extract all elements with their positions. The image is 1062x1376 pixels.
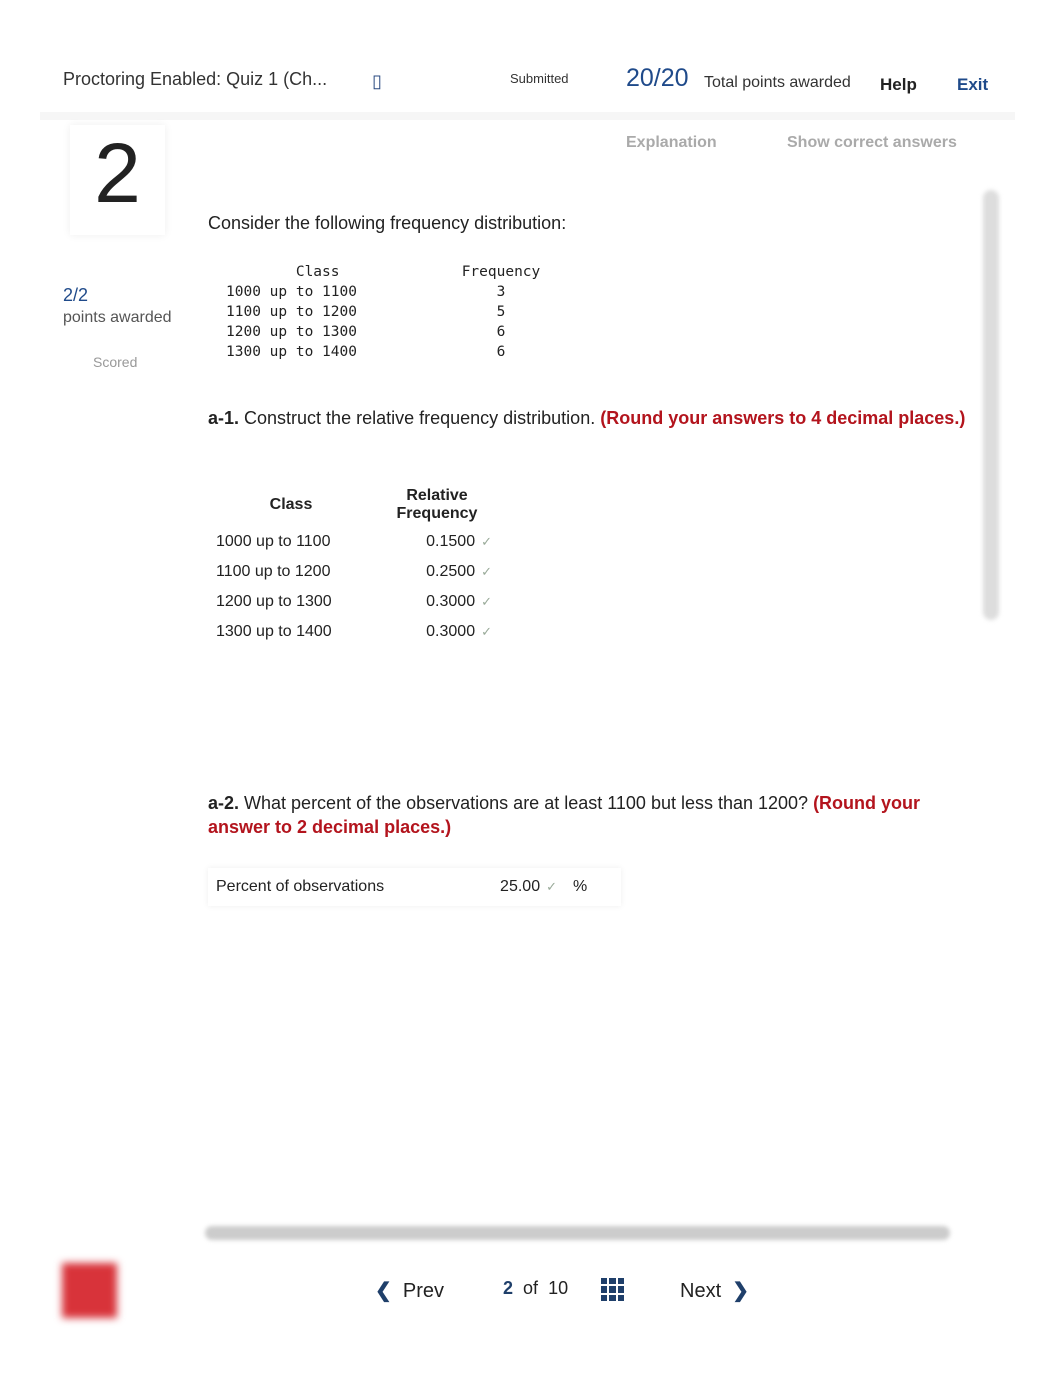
check-icon: ✓ (481, 624, 492, 639)
proctor-icon: ▯ (372, 71, 382, 91)
of-label: of (523, 1278, 539, 1298)
chevron-right-icon: ❯ (732, 1280, 750, 1302)
a2-text: What percent of the observations are at … (239, 793, 814, 813)
answer-cell: 25.00 ✓ (449, 868, 565, 906)
explanation-tab[interactable]: Explanation (626, 134, 717, 152)
percent-label: Percent of observations (216, 878, 385, 895)
table-row: 1000 up to 1100 0.1500 ✓ (208, 527, 500, 557)
answer-cell: 0.1500 ✓ (374, 527, 500, 557)
answer-value[interactable]: 0.2500 (426, 563, 475, 580)
check-icon: ✓ (481, 564, 492, 579)
total-score-label: Total points awarded (704, 74, 851, 91)
header-divider (40, 112, 1015, 120)
grid-icon[interactable] (601, 1278, 624, 1301)
quiz-title: Proctoring Enabled: Quiz 1 (Ch... (63, 69, 328, 89)
next-button[interactable]: Next ❯ (680, 1278, 749, 1303)
scored-label: Scored (93, 354, 138, 370)
answer-cell: 0.2500 ✓ (374, 557, 500, 587)
answer-value[interactable]: 0.3000 (426, 593, 475, 610)
percent-table: Percent of observations 25.00 ✓% (208, 868, 621, 906)
points-label: points awarded (63, 309, 172, 326)
check-icon: ✓ (481, 534, 492, 549)
question-a1: a-1. Construct the relative frequency di… (208, 406, 978, 430)
question-a2: a-2. What percent of the observations ar… (208, 791, 978, 839)
answer-cell: 0.3000 ✓ (374, 587, 500, 617)
current-page: 2 (503, 1278, 514, 1298)
table-row: 1300 up to 1400 0.3000 ✓ (208, 617, 500, 647)
class-cell: 1300 up to 1400 (216, 623, 332, 640)
class-cell: 1200 up to 1300 (216, 593, 332, 610)
prev-label: Prev (402, 1280, 445, 1302)
answer-value[interactable]: 0.3000 (426, 623, 475, 640)
class-cell: 1100 up to 1200 (216, 563, 331, 580)
total-score: 20/20 (626, 64, 689, 92)
table-row: 1200 up to 1300 0.3000 ✓ (208, 587, 500, 617)
table-row: 1100 up to 1200 0.2500 ✓ (208, 557, 500, 587)
header-class: Class (269, 496, 313, 513)
question-number: 2 (70, 125, 165, 235)
check-icon: ✓ (546, 879, 557, 894)
relative-frequency-table: Class Relative Frequency 1000 up to 1100 0… (208, 483, 500, 647)
a1-note: (Round your answers to 4 decimal places.… (600, 408, 966, 428)
vertical-scrollbar[interactable] (983, 190, 999, 620)
exit-button[interactable]: Exit (957, 75, 988, 95)
answer-cell: 0.3000 ✓ (374, 617, 500, 647)
a1-label: a-1. (208, 408, 240, 428)
total-pages: 10 (548, 1278, 569, 1298)
status-label: Submitted (510, 71, 569, 86)
a1-text: Construct the relative frequency distrib… (239, 408, 601, 428)
question-intro: Consider the following frequency distrib… (208, 213, 567, 233)
class-cell: 1000 up to 1100 (216, 533, 331, 550)
check-icon: ✓ (481, 594, 492, 609)
percent-value[interactable]: 25.00 (500, 878, 540, 895)
frequency-distribution: Class Frequency 1000 up to 1100 3 1100 u… (226, 264, 541, 360)
points: 2/2 (63, 285, 89, 305)
horizontal-scrollbar[interactable] (205, 1226, 950, 1240)
percent-unit: % (573, 878, 588, 895)
show-correct-answers-tab[interactable]: Show correct answers (787, 134, 957, 152)
a2-label: a-2. (208, 793, 240, 813)
answer-value[interactable]: 0.1500 (426, 533, 475, 550)
logo-icon (62, 1263, 117, 1318)
page-indicator: 2 of 10 (503, 1278, 568, 1299)
help-button[interactable]: Help (880, 75, 917, 95)
next-label: Next (680, 1280, 722, 1302)
prev-button[interactable]: ❮ Prev (375, 1278, 444, 1303)
chevron-left-icon: ❮ (375, 1280, 392, 1302)
header-relative-frequency: Relative Frequency (396, 487, 478, 522)
